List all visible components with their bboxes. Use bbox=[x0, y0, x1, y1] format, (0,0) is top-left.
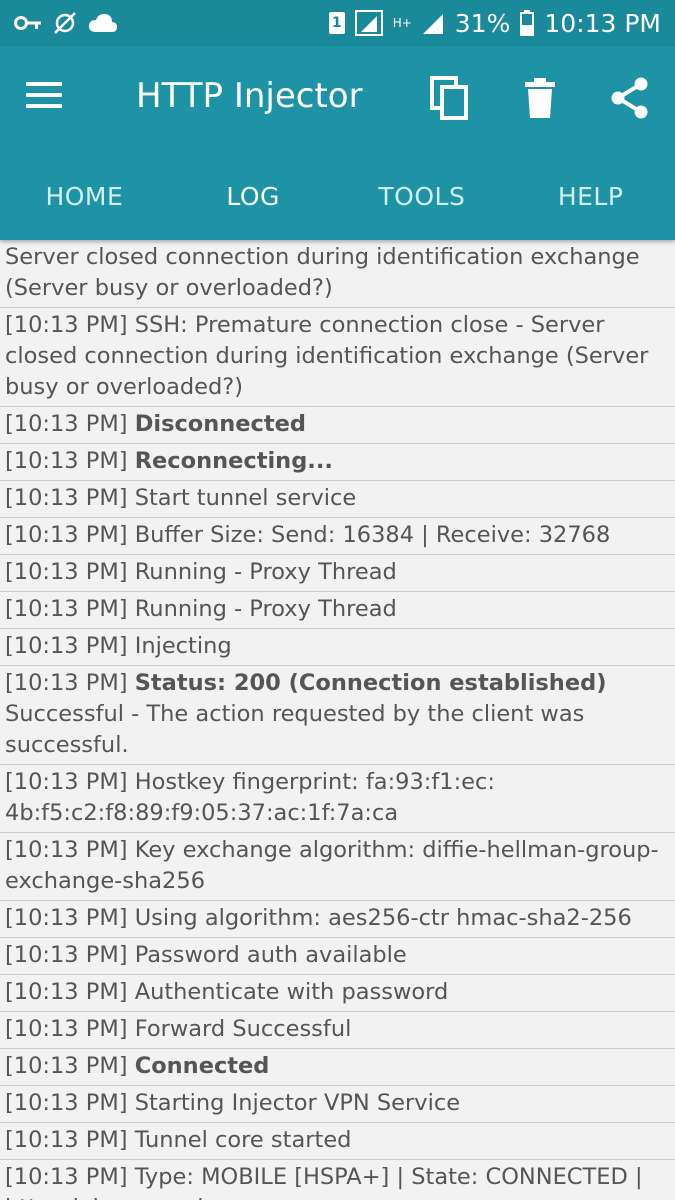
log-timestamp: [10:13 PM] bbox=[5, 837, 135, 863]
signal-sim2-icon bbox=[422, 14, 443, 34]
log-timestamp: [10:13 PM] bbox=[5, 559, 135, 585]
log-entry: [10:13 PM] Forward Successful bbox=[0, 1012, 675, 1049]
menu-icon[interactable] bbox=[26, 82, 64, 112]
log-entry: [10:13 PM] Running - Proxy Thread bbox=[0, 592, 675, 629]
log-timestamp: [10:13 PM] bbox=[5, 522, 135, 548]
log-timestamp: [10:13 PM] bbox=[5, 670, 135, 696]
log-message: Running - Proxy Thread bbox=[134, 596, 397, 622]
log-message-emphasis: Connected bbox=[134, 1053, 270, 1079]
tab-tools[interactable]: TOOLS bbox=[338, 182, 507, 211]
battery-icon bbox=[520, 10, 535, 36]
log-entry: [10:13 PM] Hostkey fingerprint: fa:93:f1… bbox=[0, 765, 675, 833]
toolbar: HTTP Injector bbox=[0, 46, 675, 152]
log-message: Running - Proxy Thread bbox=[134, 559, 397, 585]
log-entry: [10:13 PM] Injecting bbox=[0, 629, 675, 666]
status-bar: 1 H+ 31% 10:13 PM bbox=[0, 0, 675, 46]
log-timestamp: [10:13 PM] bbox=[5, 1016, 135, 1042]
log-timestamp: [10:13 PM] bbox=[5, 448, 135, 474]
log-entry: [10:13 PM] SSH: Premature connection clo… bbox=[0, 308, 675, 407]
log-message: Tunnel core started bbox=[134, 1127, 352, 1153]
log-timestamp: [10:13 PM] bbox=[5, 312, 135, 338]
log-entry: [10:13 PM] Running - Proxy Thread bbox=[0, 555, 675, 592]
log-timestamp: [10:13 PM] bbox=[5, 1090, 135, 1116]
log-entry: [10:13 PM] Using algorithm: aes256-ctr h… bbox=[0, 901, 675, 938]
tab-home[interactable]: HOME bbox=[0, 182, 169, 211]
log-entry: [10:13 PM] Start tunnel service bbox=[0, 481, 675, 518]
log-message: Using algorithm: aes256-ctr hmac-sha2-25… bbox=[134, 905, 632, 931]
log-entry: [10:13 PM] Disconnected bbox=[0, 407, 675, 444]
log-message: Authenticate with password bbox=[134, 979, 449, 1005]
log-timestamp: [10:13 PM] bbox=[5, 769, 135, 795]
log-timestamp: [10:13 PM] bbox=[5, 411, 135, 437]
log-message: Buffer Size: Send: 16384 | Receive: 3276… bbox=[134, 522, 611, 548]
log-message: Forward Successful bbox=[134, 1016, 352, 1042]
log-timestamp: [10:13 PM] bbox=[5, 485, 135, 511]
status-bar-left bbox=[14, 10, 118, 36]
hspa-icon: H+ bbox=[392, 16, 412, 30]
log-entry: [10:13 PM] Key exchange algorithm: diffi… bbox=[0, 833, 675, 901]
log-entry: [10:13 PM] Tunnel core started bbox=[0, 1123, 675, 1160]
log-message: Start tunnel service bbox=[134, 485, 357, 511]
log-message: Password auth available bbox=[134, 942, 407, 968]
log-message: Starting Injector VPN Service bbox=[134, 1090, 461, 1116]
share-icon[interactable] bbox=[608, 76, 652, 120]
battery-percent: 31% bbox=[454, 8, 511, 38]
log-message-emphasis: Status: 200 (Connection established) bbox=[134, 670, 607, 696]
log-message: Server closed connection during identifi… bbox=[5, 244, 647, 301]
tab-bar: HOME LOG TOOLS HELP bbox=[0, 152, 675, 240]
log-timestamp: [10:13 PM] bbox=[5, 942, 135, 968]
log-message-emphasis: Disconnected bbox=[134, 411, 307, 437]
log-entry: [10:13 PM] Password auth available bbox=[0, 938, 675, 975]
log-timestamp: [10:13 PM] bbox=[5, 1164, 135, 1190]
log-entry: [10:13 PM] Connected bbox=[0, 1049, 675, 1086]
copy-icon[interactable] bbox=[428, 76, 472, 120]
log-entry: [10:13 PM] Status: 200 (Connection estab… bbox=[0, 666, 675, 765]
delete-icon[interactable] bbox=[518, 76, 562, 120]
cloud-icon bbox=[89, 14, 117, 32]
log-timestamp: [10:13 PM] bbox=[5, 1127, 135, 1153]
status-bar-right: 1 H+ 31% 10:13 PM bbox=[328, 8, 661, 38]
log-timestamp: [10:13 PM] bbox=[5, 979, 135, 1005]
log-message: Injecting bbox=[134, 633, 232, 659]
log-timestamp: [10:13 PM] bbox=[5, 633, 135, 659]
log-message-emphasis: Reconnecting... bbox=[134, 448, 333, 474]
log-entry: [10:13 PM] Type: MOBILE [HSPA+] | State:… bbox=[0, 1160, 675, 1200]
log-entry: [10:13 PM] Starting Injector VPN Service bbox=[0, 1086, 675, 1123]
app-bar: HTTP Injector HOME LOG TOOLS HELP bbox=[0, 46, 675, 240]
sync-disabled-icon bbox=[54, 12, 76, 34]
log-list[interactable]: Server closed connection during identifi… bbox=[0, 240, 675, 1200]
sim-icon: 1 bbox=[328, 12, 345, 34]
log-timestamp: [10:13 PM] bbox=[5, 1053, 135, 1079]
tab-log[interactable]: LOG bbox=[169, 182, 338, 211]
log-entry: [10:13 PM] Buffer Size: Send: 16384 | Re… bbox=[0, 518, 675, 555]
tab-help[interactable]: HELP bbox=[506, 182, 675, 211]
signal-sim1-icon bbox=[354, 10, 383, 36]
log-timestamp: [10:13 PM] bbox=[5, 905, 135, 931]
log-entry: [10:13 PM] Reconnecting... bbox=[0, 444, 675, 481]
log-entry: Server closed connection during identifi… bbox=[0, 240, 675, 308]
key-icon bbox=[14, 16, 41, 30]
log-entry: [10:13 PM] Authenticate with password bbox=[0, 975, 675, 1012]
log-timestamp: [10:13 PM] bbox=[5, 596, 135, 622]
app-title: HTTP Injector bbox=[136, 76, 363, 116]
status-clock: 10:13 PM bbox=[544, 8, 661, 38]
